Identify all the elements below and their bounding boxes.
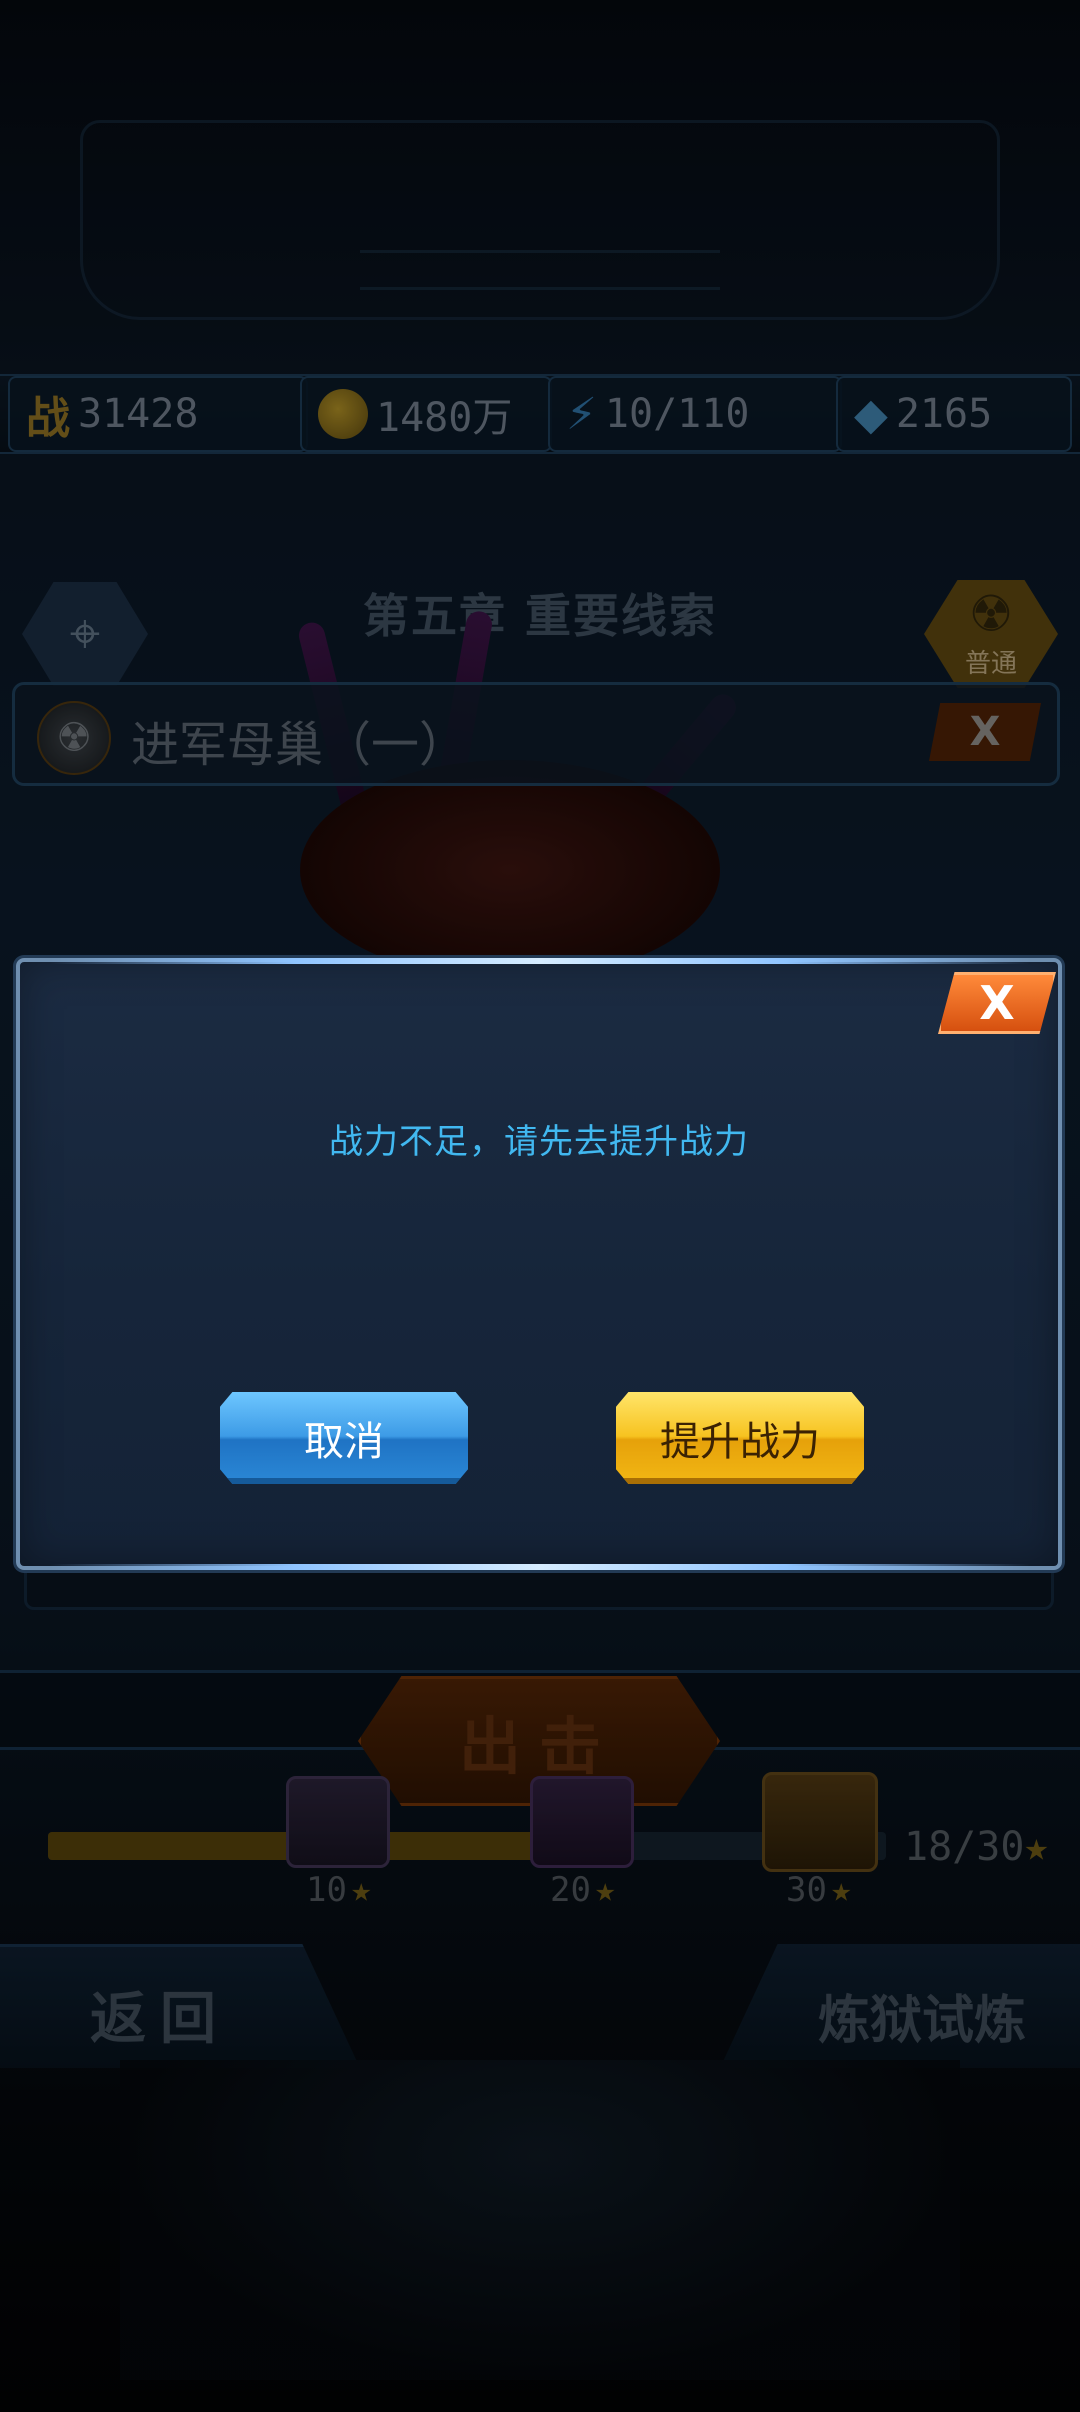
dialog-top-glow xyxy=(50,958,1030,964)
dialog-bottom-glow xyxy=(50,1564,1030,1570)
close-icon: X xyxy=(979,976,1015,1030)
boost-power-button[interactable]: 提升战力 xyxy=(616,1392,864,1484)
cancel-button[interactable]: 取消 xyxy=(220,1392,468,1484)
dialog-close-button[interactable]: X xyxy=(938,972,1056,1034)
dialog-message: 战力不足，请先去提升战力 xyxy=(329,1122,749,1162)
insufficient-power-dialog: X 战力不足，请先去提升战力 取消 提升战力 xyxy=(16,958,1062,1570)
